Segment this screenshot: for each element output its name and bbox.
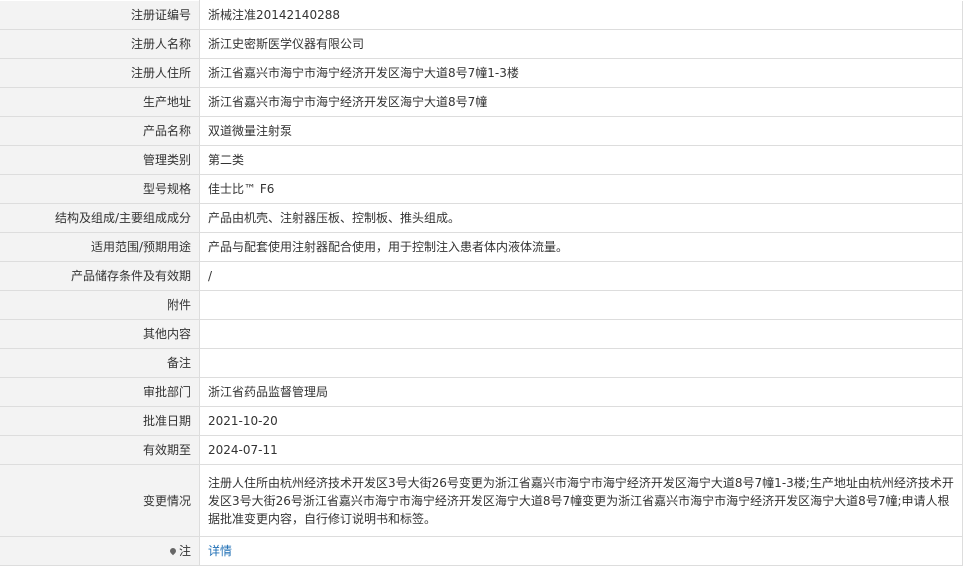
field-label-approval-department: 审批部门 <box>0 377 200 407</box>
table-row: 备注 <box>0 348 963 378</box>
field-label-registrant-name: 注册人名称 <box>0 29 200 59</box>
field-value-remarks <box>199 348 963 378</box>
table-row: 产品名称 双道微量注射泵 <box>0 116 963 146</box>
field-value-structure-composition: 产品由机壳、注射器压板、控制板、推头组成。 <box>199 203 963 233</box>
field-value-production-address: 浙江省嘉兴市海宁市海宁经济开发区海宁大道8号7幢 <box>199 87 963 117</box>
field-label-model-spec: 型号规格 <box>0 174 200 204</box>
field-label-product-name: 产品名称 <box>0 116 200 146</box>
field-label-remarks: 备注 <box>0 348 200 378</box>
table-row: 其他内容 <box>0 319 963 349</box>
field-value-management-category: 第二类 <box>199 145 963 175</box>
field-value-storage-validity: / <box>199 261 963 291</box>
table-row: 变更情况 注册人住所由杭州经济技术开发区3号大街26号变更为浙江省嘉兴市海宁市海… <box>0 464 963 537</box>
field-value-attachments <box>199 290 963 320</box>
table-row: 附件 <box>0 290 963 320</box>
field-label-note: 注 <box>0 536 200 566</box>
table-row: 审批部门 浙江省药品监督管理局 <box>0 377 963 407</box>
field-label-intended-use: 适用范围/预期用途 <box>0 232 200 262</box>
field-value-intended-use: 产品与配套使用注射器配合使用，用于控制注入患者体内液体流量。 <box>199 232 963 262</box>
table-row: 注册人住所 浙江省嘉兴市海宁市海宁经济开发区海宁大道8号7幢1-3楼 <box>0 58 963 88</box>
table-row: 产品储存条件及有效期 / <box>0 261 963 291</box>
table-row: 生产地址 浙江省嘉兴市海宁市海宁经济开发区海宁大道8号7幢 <box>0 87 963 117</box>
field-value-change-history: 注册人住所由杭州经济技术开发区3号大街26号变更为浙江省嘉兴市海宁市海宁经济开发… <box>199 464 963 537</box>
table-row: 适用范围/预期用途 产品与配套使用注射器配合使用，用于控制注入患者体内液体流量。 <box>0 232 963 262</box>
table-row: 结构及组成/主要组成成分 产品由机壳、注射器压板、控制板、推头组成。 <box>0 203 963 233</box>
table-row: 注 详情 <box>0 536 963 566</box>
field-label-structure-composition: 结构及组成/主要组成成分 <box>0 203 200 233</box>
field-value-valid-until: 2024-07-11 <box>199 435 963 465</box>
field-label-approval-date: 批准日期 <box>0 406 200 436</box>
table-row: 管理类别 第二类 <box>0 145 963 175</box>
table-row: 有效期至 2024-07-11 <box>0 435 963 465</box>
field-value-registrant-address: 浙江省嘉兴市海宁市海宁经济开发区海宁大道8号7幢1-3楼 <box>199 58 963 88</box>
table-row: 型号规格 佳士比™ F6 <box>0 174 963 204</box>
field-value-note: 详情 <box>199 536 963 566</box>
field-label-other-content: 其他内容 <box>0 319 200 349</box>
field-label-registrant-address: 注册人住所 <box>0 58 200 88</box>
field-value-product-name: 双道微量注射泵 <box>199 116 963 146</box>
table-row: 注册证编号 浙械注准20142140288 <box>0 0 963 30</box>
field-value-model-spec: 佳士比™ F6 <box>199 174 963 204</box>
field-value-registrant-name: 浙江史密斯医学仪器有限公司 <box>199 29 963 59</box>
field-label-production-address: 生产地址 <box>0 87 200 117</box>
pin-icon <box>168 546 178 555</box>
details-link[interactable]: 详情 <box>208 544 232 558</box>
field-label-registration-number: 注册证编号 <box>0 0 200 30</box>
field-value-approval-date: 2021-10-20 <box>199 406 963 436</box>
field-label-attachments: 附件 <box>0 290 200 320</box>
field-value-other-content <box>199 319 963 349</box>
registration-record-table: 注册证编号 浙械注准20142140288 注册人名称 浙江史密斯医学仪器有限公… <box>0 0 963 566</box>
field-value-registration-number: 浙械注准20142140288 <box>199 0 963 30</box>
note-label: 注 <box>178 544 191 558</box>
field-label-storage-validity: 产品储存条件及有效期 <box>0 261 200 291</box>
field-label-management-category: 管理类别 <box>0 145 200 175</box>
field-label-change-history: 变更情况 <box>0 464 200 537</box>
field-label-valid-until: 有效期至 <box>0 435 200 465</box>
field-value-approval-department: 浙江省药品监督管理局 <box>199 377 963 407</box>
table-row: 注册人名称 浙江史密斯医学仪器有限公司 <box>0 29 963 59</box>
table-row: 批准日期 2021-10-20 <box>0 406 963 436</box>
